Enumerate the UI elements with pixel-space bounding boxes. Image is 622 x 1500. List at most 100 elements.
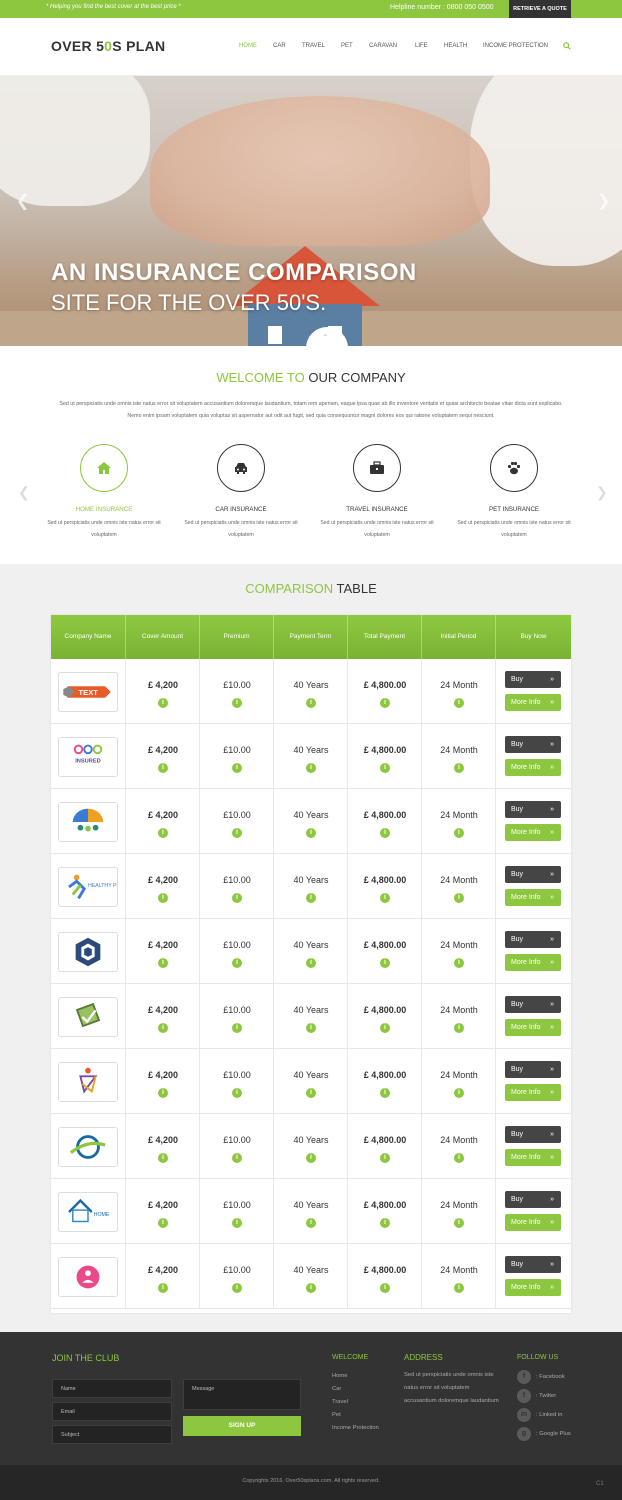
hexagon-logo[interactable] [58,932,118,972]
buy-button[interactable]: Buy » [505,866,561,883]
buy-button[interactable]: Buy » [505,931,561,948]
info-icon[interactable]: i [232,1218,242,1228]
info-icon[interactable]: i [232,958,242,968]
info-icon[interactable]: i [380,1023,390,1033]
info-icon[interactable]: i [454,958,464,968]
home-roof-logo[interactable]: HOME [58,1192,118,1232]
healthy-people-logo[interactable]: HEALTHY PEOPLE [58,867,134,907]
info-icon[interactable]: i [380,828,390,838]
buy-button[interactable]: Buy » [505,1191,561,1208]
footer-link-travel[interactable]: Travel [332,1399,348,1405]
info-icon[interactable]: i [232,828,242,838]
nav-car[interactable]: CAR [273,43,286,49]
info-icon[interactable]: i [306,828,316,838]
info-icon[interactable]: i [158,1153,168,1163]
service-travel[interactable]: TRAVEL INSURANCE Sed ut perspiciatis und… [317,444,437,541]
buy-button[interactable]: Buy » [505,1256,561,1273]
more-info-button[interactable]: More Info » [505,824,561,841]
services-next-arrow-icon[interactable]: ❯ [596,484,608,501]
info-icon[interactable]: i [380,958,390,968]
info-icon[interactable]: i [232,893,242,903]
nav-home[interactable]: HOME [239,43,257,49]
info-icon[interactable]: i [454,763,464,773]
hero-next-arrow-icon[interactable]: ❯ [597,191,610,211]
info-icon[interactable]: i [232,1153,242,1163]
nav-income-protection[interactable]: INCOME PROTECTION [483,43,548,49]
info-icon[interactable]: i [380,893,390,903]
more-info-button[interactable]: More Info » [505,1214,561,1231]
more-info-button[interactable]: More Info » [505,954,561,971]
info-icon[interactable]: i [158,828,168,838]
social-google-plus[interactable]: g: Google Plus [517,1427,577,1441]
email-field[interactable]: Email [52,1402,172,1421]
social-twitter[interactable]: t: Twitter [517,1389,577,1403]
nav-health[interactable]: HEALTH [444,43,467,49]
umbrella-family-logo[interactable] [58,802,118,842]
info-icon[interactable]: i [454,1283,464,1293]
service-home[interactable]: HOME INSURANCE Sed ut perspiciatis unde … [44,444,164,541]
service-pet[interactable]: PET INSURANCE Sed ut perspiciatis unde o… [454,444,574,541]
info-icon[interactable]: i [306,1088,316,1098]
info-icon[interactable]: i [454,828,464,838]
info-icon[interactable]: i [158,893,168,903]
hero-prev-arrow-icon[interactable]: ❮ [16,191,29,211]
info-icon[interactable]: i [232,1088,242,1098]
service-car[interactable]: CAR INSURANCE Sed ut perspiciatis unde o… [181,444,301,541]
signup-button[interactable]: SIGN UP [183,1416,301,1436]
info-icon[interactable]: i [232,698,242,708]
info-icon[interactable]: i [306,1153,316,1163]
info-icon[interactable]: i [380,763,390,773]
info-icon[interactable]: i [158,763,168,773]
info-icon[interactable]: i [158,958,168,968]
info-icon[interactable]: i [380,1153,390,1163]
nav-travel[interactable]: TRAVEL [302,43,325,49]
footer-link-income-protection[interactable]: Income Protection [332,1425,379,1431]
more-info-button[interactable]: More Info » [505,1019,561,1036]
nav-life[interactable]: LIFE [415,43,428,49]
name-field[interactable]: Name [52,1379,172,1398]
services-prev-arrow-icon[interactable]: ❮ [18,484,30,501]
info-icon[interactable]: i [158,698,168,708]
buy-button[interactable]: Buy » [505,736,561,753]
info-icon[interactable]: i [380,698,390,708]
shield-check-logo[interactable] [58,997,118,1037]
info-icon[interactable]: i [306,763,316,773]
pink-circle-logo[interactable] [58,1257,118,1297]
buy-button[interactable]: Buy » [505,1061,561,1078]
social-linkedin[interactable]: in: Linked in [517,1408,577,1422]
footer-link-pet[interactable]: Pet [332,1412,341,1418]
info-icon[interactable]: i [158,1023,168,1033]
info-icon[interactable]: i [306,1283,316,1293]
info-icon[interactable]: i [380,1218,390,1228]
footer-link-home[interactable]: Home [332,1373,347,1379]
more-info-button[interactable]: More Info » [505,694,561,711]
retrieve-quote-button[interactable]: RETRIEVE A QUOTE [509,0,571,18]
info-icon[interactable]: i [454,1088,464,1098]
info-icon[interactable]: i [306,698,316,708]
insured-logo[interactable]: INSURED [58,737,118,777]
buy-button[interactable]: Buy » [505,671,561,688]
info-icon[interactable]: i [158,1088,168,1098]
info-icon[interactable]: i [232,1023,242,1033]
info-icon[interactable]: i [454,1218,464,1228]
more-info-button[interactable]: More Info » [505,759,561,776]
info-icon[interactable]: i [306,1218,316,1228]
text-logo[interactable]: TEXT [58,672,118,712]
nav-caravan[interactable]: CARAVAN [369,43,397,49]
nav-pet[interactable]: PET [341,43,353,49]
footer-link-car[interactable]: Car [332,1386,341,1392]
info-icon[interactable]: i [232,763,242,773]
search-icon[interactable] [563,42,571,50]
info-icon[interactable]: i [306,958,316,968]
info-icon[interactable]: i [306,1023,316,1033]
message-field[interactable]: Message [183,1379,301,1410]
more-info-button[interactable]: More Info » [505,1279,561,1296]
subject-field[interactable]: Subject [52,1425,172,1444]
info-icon[interactable]: i [454,893,464,903]
buy-button[interactable]: Buy » [505,801,561,818]
more-info-button[interactable]: More Info » [505,1084,561,1101]
buy-button[interactable]: Buy » [505,1126,561,1143]
info-icon[interactable]: i [380,1088,390,1098]
info-icon[interactable]: i [158,1218,168,1228]
info-icon[interactable]: i [454,1023,464,1033]
